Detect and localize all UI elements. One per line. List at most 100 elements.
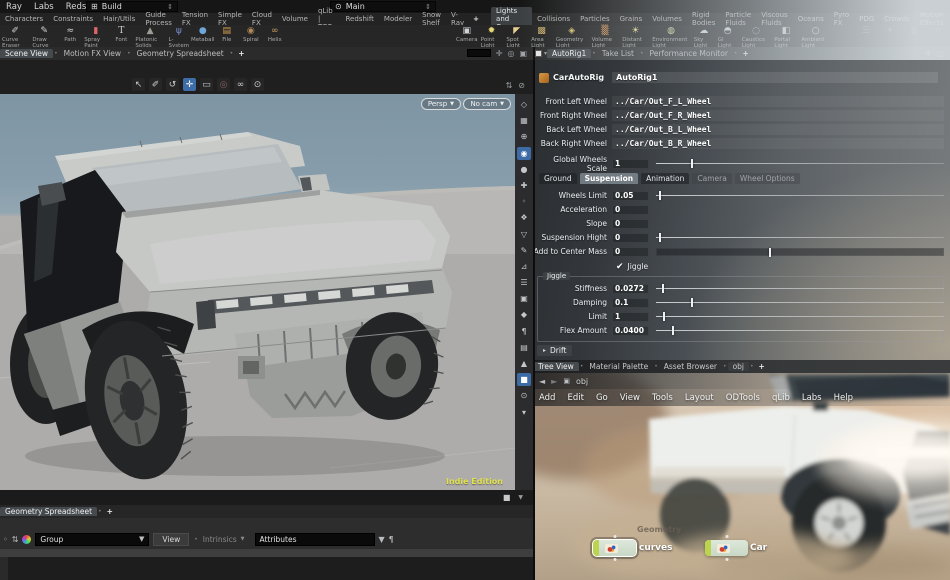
camera-view-icon[interactable]: ⊙ [251, 78, 264, 91]
sort-icon[interactable]: ⇅ [12, 535, 19, 544]
snap-mode-icon[interactable]: ∞ [234, 78, 247, 91]
normals-icon[interactable]: ◦ [517, 195, 531, 208]
node-flag-stripe[interactable] [593, 540, 599, 556]
add-pane-tab-button[interactable]: + [103, 507, 117, 516]
shelf-tool-helix[interactable]: ∞ Helix [263, 25, 287, 44]
folder-tab-animation[interactable]: Animation [641, 173, 689, 184]
template-icon[interactable]: ▤ [517, 341, 531, 354]
menu-edit[interactable]: Edit [561, 393, 589, 403]
perspective-view-selector[interactable]: Persp ▼ [421, 98, 461, 110]
folder-tab-wheel-options[interactable]: Wheel Options [735, 173, 800, 184]
location-pin-icon[interactable]: ■ [517, 373, 531, 386]
back-left-wheel-path-field[interactable]: ../Car/Out_B_L_Wheel [612, 124, 944, 135]
back-right-wheel-path-field[interactable]: ../Car/Out_B_R_Wheel [612, 138, 944, 149]
suspension-height-field[interactable]: 0 [612, 233, 649, 243]
wheels-limit-field[interactable]: 0.05 [612, 191, 649, 201]
shelf-tab-modeler[interactable]: Modeler [379, 15, 417, 23]
jiggle-checkbox[interactable]: ✔ [616, 262, 624, 272]
menu-labs[interactable]: Labs [28, 2, 60, 12]
suspension-height-slider[interactable] [656, 237, 944, 238]
add-marker-icon[interactable]: ✚ [517, 179, 531, 192]
spinner-icon[interactable]: ⇕ [425, 3, 431, 11]
node-curves[interactable] [593, 540, 636, 556]
add-pane-tab-button[interactable]: + [738, 49, 752, 58]
menu-layout[interactable]: Layout [679, 393, 720, 403]
filter-funnel-icon[interactable]: ▼ [139, 535, 144, 543]
acceleration-field[interactable]: 0 [612, 205, 649, 215]
drift-group-header[interactable]: ▸ Drift [537, 345, 572, 356]
pane-tab-obj[interactable]: obj [728, 362, 749, 371]
pin-icon[interactable]: ◦ [3, 535, 8, 544]
select-geometry-icon[interactable]: ✐ [149, 78, 162, 91]
shelf-tool-ghost[interactable]: ∩ [926, 25, 950, 37]
annotate-icon[interactable]: ✎ [517, 244, 531, 257]
menu-tools[interactable]: Tools [646, 393, 679, 403]
add-to-center-mass-slider[interactable] [656, 248, 944, 256]
menu-help[interactable]: Help [828, 393, 859, 403]
slider-handle[interactable] [691, 298, 693, 307]
flex-amount-field[interactable]: 0.0400 [612, 326, 649, 336]
show-grid-icon[interactable]: ▦ [517, 114, 531, 127]
pane-tab-autorig1[interactable]: AutoRig1 [547, 49, 591, 58]
intrinsics-toggle[interactable]: Intrinsics [203, 535, 237, 544]
shelf-tool-camera[interactable]: ▣ Camera [455, 25, 479, 44]
camera-lock-icon[interactable]: ▣ [517, 292, 531, 305]
wheels-limit-slider[interactable] [656, 195, 944, 196]
menu-view[interactable]: View [614, 393, 646, 403]
layout-single-icon[interactable]: ⇅ [506, 81, 513, 90]
list-icon[interactable]: ☰ [517, 276, 531, 289]
add-pane-tab-button[interactable]: + [234, 49, 248, 58]
shelf-tool-ghost[interactable]: ◍ [902, 25, 926, 37]
shelf-tab-collisions[interactable]: Collisions [532, 15, 575, 23]
spreadsheet-body[interactable] [0, 557, 533, 580]
stiffness-slider[interactable] [656, 288, 944, 289]
split-pane-icon[interactable]: ◫ [936, 49, 944, 58]
shelf-tool-font[interactable]: T Font [109, 25, 133, 44]
split-pane-icon[interactable]: ▣ [519, 49, 527, 58]
pane-tab-tree-view[interactable]: Tree View [533, 362, 579, 371]
shelf-tab-pdg[interactable]: PDG [854, 15, 879, 23]
node-car[interactable] [705, 540, 748, 556]
frame-field[interactable] [467, 49, 491, 57]
pane-tab-scene-view[interactable]: Scene View [0, 49, 53, 58]
point-display-icon[interactable]: ● [517, 163, 531, 176]
folder-tab-camera[interactable]: Camera [692, 173, 731, 184]
pane-divider[interactable] [533, 47, 535, 580]
front-right-wheel-path-field[interactable]: ../Car/Out_F_R_Wheel [612, 110, 944, 121]
slider-handle[interactable] [659, 233, 661, 242]
pane-tab-material-palette[interactable]: Material Palette [584, 362, 653, 371]
select-objects-icon[interactable]: ↖ [132, 78, 145, 91]
shelf-tool-metaball[interactable]: ● Metaball [191, 25, 215, 44]
shaded-mode-icon[interactable]: ◉ [517, 147, 531, 160]
slider-handle[interactable] [659, 191, 661, 200]
node-output-connector[interactable] [725, 558, 728, 561]
text-overlay-icon[interactable]: ¶ [517, 325, 531, 338]
menu-qlib[interactable]: qLib [766, 393, 796, 403]
front-left-wheel-path-field[interactable]: ../Car/Out_F_L_Wheel [612, 96, 944, 107]
cone-icon[interactable]: ▲ [517, 357, 531, 370]
spinner-icon[interactable]: ⇕ [167, 3, 173, 11]
chevron-down-icon[interactable]: ▼ [518, 494, 523, 501]
view-mode-icon[interactable]: ◇ [517, 98, 531, 111]
view-tool-icon[interactable]: ↺ [166, 78, 179, 91]
limit-slider[interactable] [656, 316, 944, 317]
slope-field[interactable]: 0 [612, 219, 649, 229]
display-options-icon[interactable]: ⊘ [518, 81, 525, 90]
pane-tab-geometry-spreadsheet[interactable]: Geometry Spreadsheet [132, 49, 229, 58]
pane-tab-take-list[interactable]: Take List [597, 49, 639, 58]
shelf-tab-redshift[interactable]: Redshift [341, 15, 379, 23]
node-flag-stripe[interactable] [705, 540, 711, 556]
expand-icon[interactable]: ▾ [517, 406, 531, 419]
pane-tab-performance-monitor[interactable]: Performance Monitor [644, 49, 732, 58]
color-wheel-icon[interactable] [22, 535, 31, 544]
menu-add[interactable]: Add [533, 393, 561, 403]
add-shelf-tab-button[interactable]: + [469, 15, 483, 23]
node-output-connector[interactable] [613, 558, 616, 561]
breadcrumb[interactable]: obj [576, 377, 588, 386]
shelf-tool-spiral[interactable]: ◉ Spiral [239, 25, 263, 44]
add-to-center-mass-field[interactable]: 0 [612, 247, 649, 257]
shelf-tab-characters[interactable]: Characters [0, 15, 48, 23]
shelf-tool-path[interactable]: ≈ Path [58, 25, 82, 44]
info-icon[interactable]: ⊙ [517, 389, 531, 402]
damping-slider[interactable] [656, 302, 944, 303]
